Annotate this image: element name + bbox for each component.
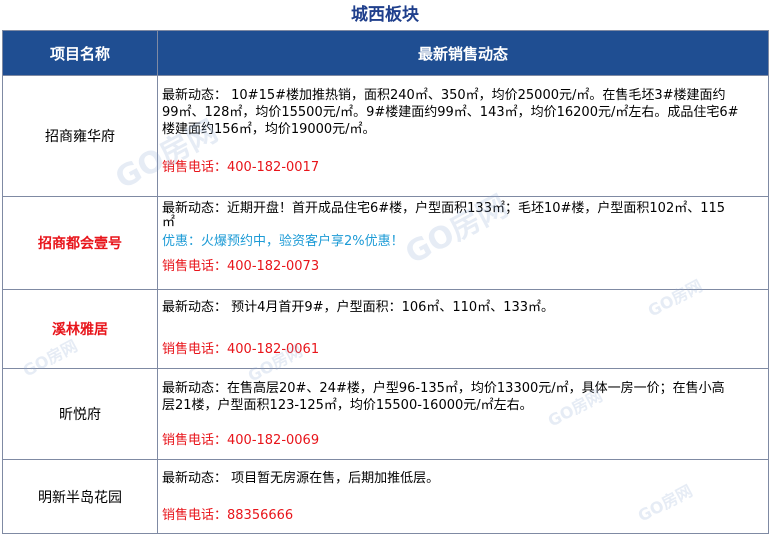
table-row: 招商雍华府 最新动态： 10#15#楼加推热销，面积240㎡、350㎡，均价25…	[2, 75, 769, 197]
project-name: 招商都会壹号	[2, 196, 158, 290]
header-project-name: 项目名称	[2, 30, 158, 76]
sales-info: 最新动态： 项目暂无房源在售，后期加推低层。 销售电话：88356666	[157, 459, 769, 534]
header-sales-updates: 最新销售动态	[157, 30, 769, 76]
update-line: 最新动态：在售高层20#、24#楼，户型96-135㎡，均价13300元/㎡，具…	[162, 381, 725, 396]
table-header-row: 项目名称 最新销售动态	[2, 30, 769, 76]
project-name: 昕悦府	[2, 368, 158, 460]
sales-phone: 销售电话：400-182-0073	[162, 259, 320, 274]
update-line: 楼建面约156㎡，均价19000元/㎡。	[162, 122, 376, 137]
update-line: 最新动态：近期开盘！首开成品住宅6#楼，户型面积133㎡；毛坯10#楼，户型面积…	[162, 201, 726, 216]
table-row: 明新半岛花园 最新动态： 项目暂无房源在售，后期加推低层。 销售电话：88356…	[2, 459, 769, 534]
page-title: 城西板块	[351, 5, 419, 25]
sales-info: 最新动态：在售高层20#、24#楼，户型96-135㎡，均价13300元/㎡，具…	[157, 368, 769, 460]
table-row: 昕悦府 最新动态：在售高层20#、24#楼，户型96-135㎡，均价13300元…	[2, 368, 769, 460]
sales-info: 最新动态：近期开盘！首开成品住宅6#楼，户型面积133㎡；毛坯10#楼，户型面积…	[157, 196, 769, 290]
promo-text: 优惠：火爆预约中，验资客户享2%优惠！	[162, 234, 404, 249]
sales-info: 最新动态： 预计4月首开9#，户型面积：106㎡、110㎡、133㎡。 销售电话…	[157, 289, 769, 369]
sales-info: 最新动态： 10#15#楼加推热销，面积240㎡、350㎡，均价25000元/㎡…	[157, 75, 769, 197]
sales-table: 项目名称 最新销售动态 招商雍华府 最新动态： 10#15#楼加推热销，面积24…	[2, 30, 769, 534]
update-line: 最新动态： 10#15#楼加推热销，面积240㎡、350㎡，均价25000元/㎡…	[162, 88, 726, 103]
update-line: 最新动态： 项目暂无房源在售，后期加推低层。	[162, 471, 440, 486]
update-line: 层21楼，户型面积123-125㎡，均价15500-16000元/㎡左右。	[162, 398, 533, 413]
sales-phone: 销售电话：400-182-0017	[162, 160, 320, 175]
project-name: 明新半岛花园	[2, 459, 158, 534]
sales-phone: 销售电话：400-182-0061	[162, 342, 320, 357]
project-name: 招商雍华府	[2, 75, 158, 197]
update-line: ㎡	[162, 215, 176, 230]
update-line: 99㎡、128㎡，均价15500元/㎡。9#楼建面约99㎡、143㎡，均价162…	[162, 105, 739, 120]
table-row: 溪林雅居 最新动态： 预计4月首开9#，户型面积：106㎡、110㎡、133㎡。…	[2, 289, 769, 369]
sales-phone: 销售电话：88356666	[162, 508, 294, 523]
sales-phone: 销售电话：400-182-0069	[162, 433, 320, 448]
project-name: 溪林雅居	[2, 289, 158, 369]
table-row: 招商都会壹号 最新动态：近期开盘！首开成品住宅6#楼，户型面积133㎡；毛坯10…	[2, 196, 769, 290]
update-line: 最新动态： 预计4月首开9#，户型面积：106㎡、110㎡、133㎡。	[162, 300, 555, 315]
